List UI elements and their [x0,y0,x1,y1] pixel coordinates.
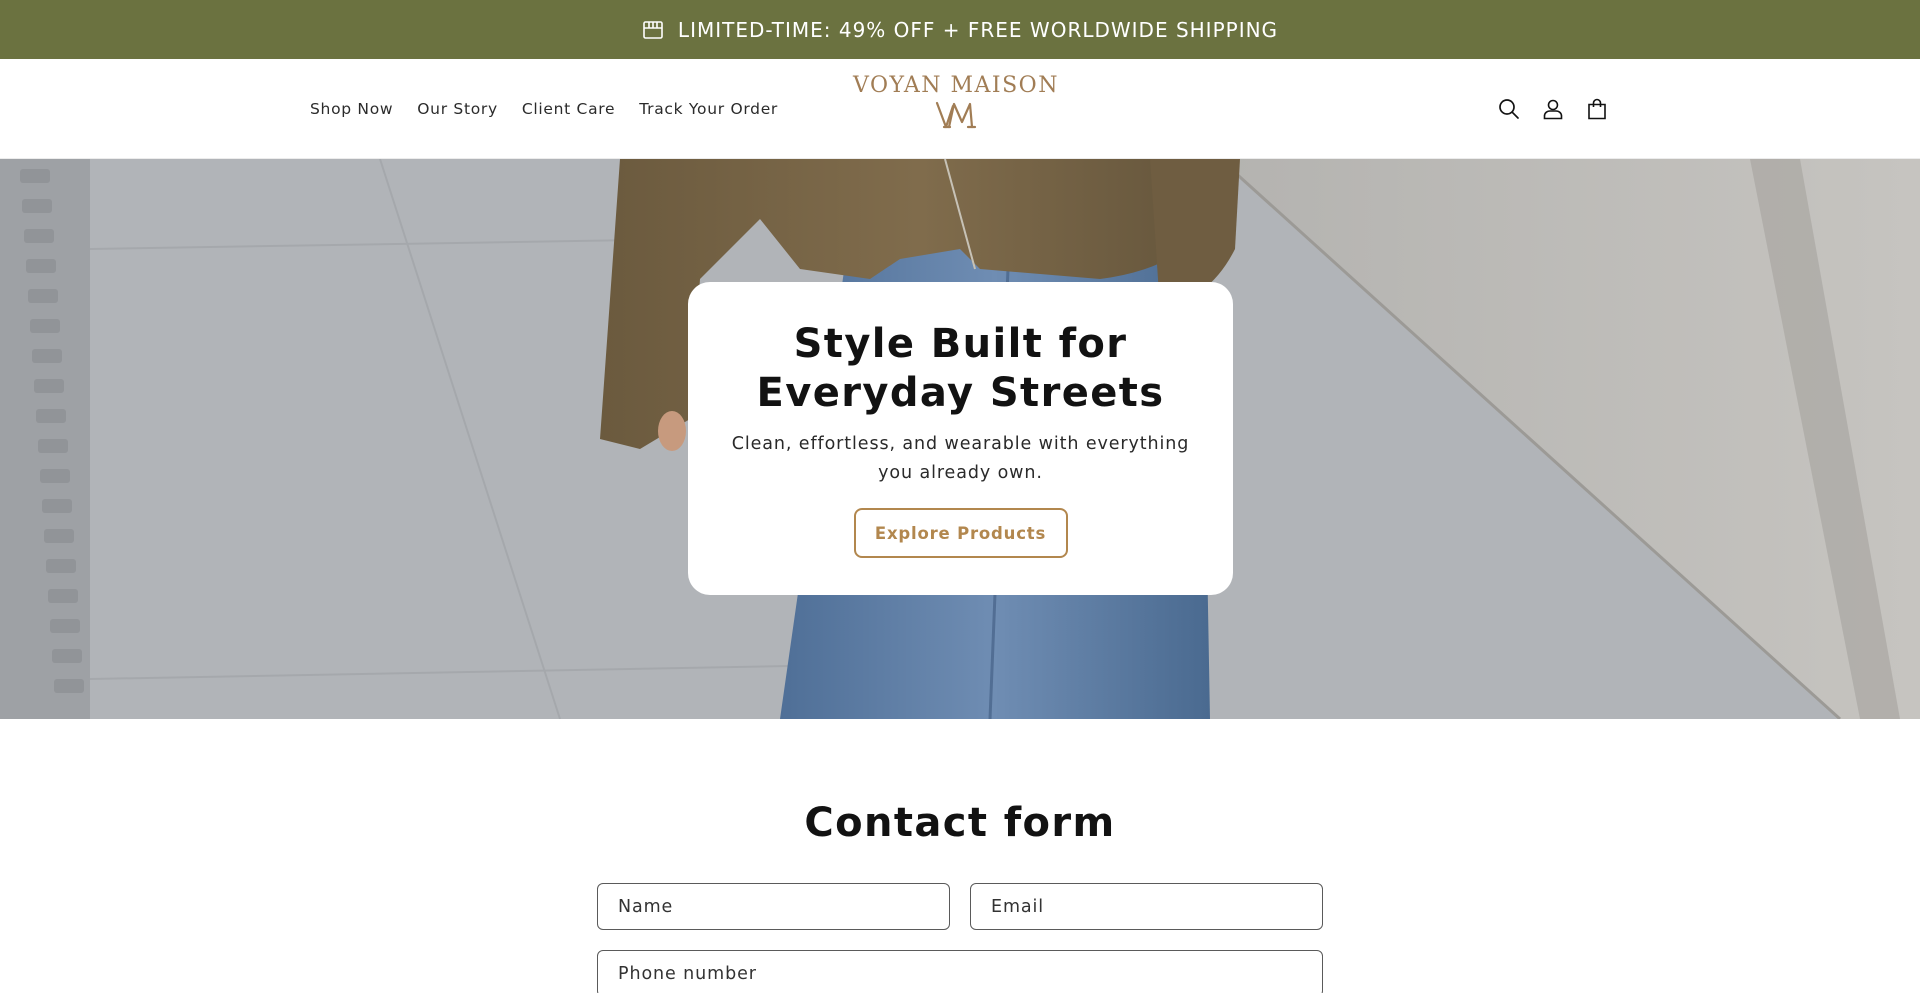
nav-link-client-care[interactable]: Client Care [510,100,627,118]
search-icon[interactable] [1497,97,1521,121]
hero-card: Style Built for Everyday Streets Clean, … [688,282,1233,595]
header-actions [1497,59,1609,159]
phone-number-field[interactable]: Phone number [597,950,1323,993]
cart-icon[interactable] [1585,97,1609,121]
site-header: Shop Now Our Story Client Care Track You… [0,59,1920,159]
hero-title: Style Built for Everyday Streets [756,321,1165,416]
logo-text: VOYAN MAISON [853,73,1059,98]
hero-banner: Style Built for Everyday Streets Clean, … [0,159,1920,719]
nav-link-track-order[interactable]: Track Your Order [627,100,790,118]
announcement-bar: LIMITED-TIME: 49% OFF + FREE WORLDWIDE S… [0,0,1920,59]
logo-monogram-icon [934,100,978,134]
account-icon[interactable] [1541,97,1565,121]
site-logo[interactable]: VOYAN MAISON [836,73,1076,149]
email-field[interactable]: Email [970,883,1323,930]
announcement-text: LIMITED-TIME: 49% OFF + FREE WORLDWIDE S… [677,17,1279,42]
nav-link-our-story[interactable]: Our Story [405,100,510,118]
name-field[interactable]: Name [597,883,950,930]
hero-subtitle: Clean, effortless, and wearable with eve… [731,434,1190,483]
explore-products-button[interactable]: Explore Products [853,508,1068,558]
main-nav: Shop Now Our Story Client Care Track You… [298,59,790,159]
nav-link-shop-now[interactable]: Shop Now [298,100,405,118]
contact-form-title: Contact form [804,800,1116,846]
store-icon [642,19,664,41]
